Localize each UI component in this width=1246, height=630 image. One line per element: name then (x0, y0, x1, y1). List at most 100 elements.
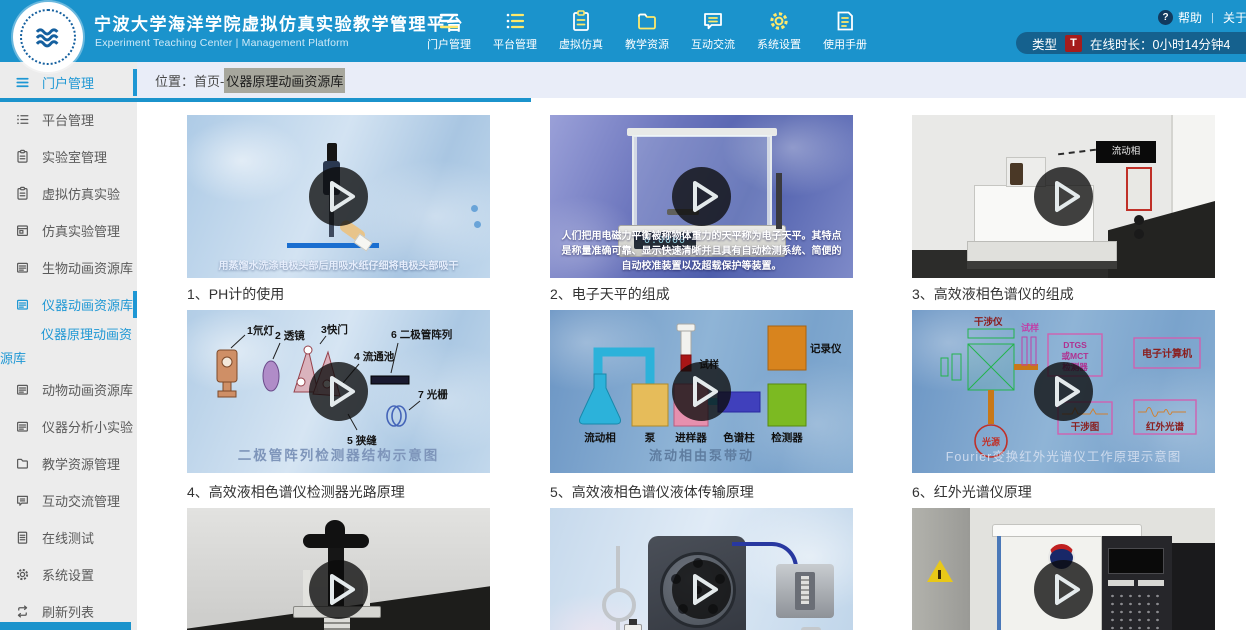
play-button[interactable] (671, 361, 732, 422)
play-button[interactable] (671, 166, 732, 227)
play-button[interactable] (308, 166, 369, 227)
sidebar-item-system-settings[interactable]: 系统设置 (0, 556, 137, 593)
video-thumbnail-detector-optics[interactable]: 1氘灯 2 透镜 3快门 4 流通池 6 二极管阵列 7 光栅 5 狭缝 二极管… (187, 310, 490, 473)
side-monitor (1170, 543, 1215, 630)
session-pill: 类型 T 在线时长：0小时14分钟4 (1016, 32, 1246, 54)
chamber-post (767, 135, 772, 228)
play-button[interactable] (1033, 166, 1094, 227)
diagram-label-grating: 7 光栅 (418, 388, 448, 401)
doc-lines-icon (15, 530, 30, 545)
tubing-loop (602, 588, 636, 622)
video-thumbnail-gas-chromatograph[interactable] (912, 508, 1215, 630)
sidebar-menu: 门户管理 平台管理 实验室管理 虚拟仿真实验 仿真实验管理 生 (0, 62, 137, 630)
video-thumbnail-ftir-principle[interactable]: 干涉仪 光源 试样 DTGS 或MCT 检测器 电子计算机 干涉图 (912, 310, 1215, 473)
refresh-icon (15, 604, 30, 619)
header-nav-resources[interactable]: 教学资源 (614, 8, 680, 52)
sidebar-subitem-instrument-principle[interactable]: 仪器原理动画资源库 (0, 323, 137, 371)
sidebar-item-label: 实验室管理 (42, 147, 107, 166)
video-title: 1、PH计的使用 (187, 284, 507, 304)
knob (1134, 215, 1144, 225)
diagram-label-interferometer: 干涉仪 (974, 316, 1003, 328)
link-separator: 丨 (1207, 10, 1218, 26)
video-title: 5、高效液相色谱仪液体传输原理 (550, 482, 870, 502)
play-button[interactable] (1033, 559, 1094, 620)
menu-icon (437, 9, 461, 33)
header-links: ? 帮助 丨 关于 丨 退 (1158, 9, 1246, 26)
session-type-label: 类型 (1032, 34, 1057, 53)
breadcrumb: 位置：首页-仪器原理动画资源库 (137, 62, 1246, 98)
press-handle (303, 534, 369, 548)
sidebar-item-interaction-management[interactable]: 互动交流管理 (0, 482, 137, 519)
sidebar-item-label: 互动交流管理 (42, 491, 120, 510)
tubing (616, 620, 620, 630)
sidebar: 门户管理 平台管理 实验室管理 虚拟仿真实验 仿真实验管理 生 (0, 62, 137, 630)
video-thumbnail-press[interactable] (187, 508, 490, 630)
sidebar-item-label: 在线测试 (42, 528, 94, 547)
diagram-label-column: 色谱柱 (723, 431, 755, 444)
video-thumbnail-ph-meter[interactable]: 用蒸馏水洗涤电极头部后用吸水纸仔细将电极头部吸干 (187, 115, 490, 278)
chat-icon (15, 493, 30, 508)
diagram-label-slit: 5 狭缝 (347, 434, 377, 447)
video-thumbnail-injection-valve[interactable] (550, 508, 853, 630)
online-duration: 在线时长：0小时14分钟4 (1090, 34, 1230, 53)
solvent-bottle (1010, 163, 1023, 185)
help-icon[interactable]: ? (1158, 10, 1173, 25)
sidebar-item-bio-animation[interactable]: 生物动画资源库 (0, 249, 137, 286)
sidebar-item-online-test[interactable]: 在线测试 (0, 519, 137, 556)
diagram-label-mobile-phase: 流动相 (584, 431, 616, 444)
sidebar-item-sim-management[interactable]: 仿真实验管理 (0, 212, 137, 249)
sidebar-item-animal-animation[interactable]: 动物动画资源库 (0, 371, 137, 408)
electrode-cap (327, 143, 337, 163)
media-icon (15, 297, 30, 312)
header-nav-label: 平台管理 (482, 36, 548, 52)
video-title: 6、红外光谱仪原理 (912, 482, 1232, 502)
play-button[interactable] (308, 559, 369, 620)
video-thumbnail-liquid-transport[interactable]: 试样 流动相 泵 进样器 色谱柱 检测器 记录仪 流动相由泵带动 (550, 310, 853, 473)
warning-mark (938, 570, 941, 579)
diagram-label-source: 光源 (981, 436, 1000, 447)
diagram-label-detector-l1: DTGS (1063, 340, 1087, 350)
video-title: 4、高效液相色谱仪检测器光路原理 (187, 482, 507, 502)
sidebar-item-label: 仿真实验管理 (42, 221, 120, 240)
label-leader-line (1058, 149, 1096, 156)
media-icon (15, 382, 30, 397)
thumbnail-caption-overlay: 用蒸馏水洗涤电极头部后用吸水纸仔细将电极头部吸干 (187, 257, 490, 272)
sidebar-item-laboratory[interactable]: 实验室管理 (0, 138, 137, 175)
bottle-cap (629, 619, 637, 625)
sidebar-item-label: 虚拟仿真实验 (42, 184, 120, 203)
header-nav-portal[interactable]: 门户管理 (416, 8, 482, 52)
header-nav-interaction[interactable]: 互动交流 (680, 8, 746, 52)
sidebar-item-virtual-sim[interactable]: 虚拟仿真实验 (0, 175, 137, 212)
sidebar-item-label: 教学资源管理 (42, 454, 120, 473)
sidebar-item-label: 仪器分析小实验 (42, 417, 133, 436)
sidebar-item-analysis-experiments[interactable]: 仪器分析小实验 (0, 408, 137, 445)
header-nav-platform[interactable]: 平台管理 (482, 8, 548, 52)
app-window: 宁波大学海洋学院虚拟仿真实验教学管理平台 Experiment Teaching… (0, 0, 1246, 630)
header-nav-simulation[interactable]: 虚拟仿真 (548, 8, 614, 52)
play-button[interactable] (671, 559, 732, 620)
board-icon (15, 223, 30, 238)
help-link[interactable]: 帮助 (1178, 9, 1202, 26)
sidebar-item-label: 动物动画资源库 (42, 380, 133, 399)
sidebar-item-portal[interactable]: 门户管理 (0, 64, 137, 101)
sidebar-item-instrument-animation[interactable]: 仪器动画资源库 (0, 286, 137, 323)
list-icon (15, 112, 30, 127)
mini-column (801, 576, 809, 604)
about-link[interactable]: 关于 (1223, 9, 1246, 26)
loading-progress-line (0, 98, 531, 102)
video-thumbnail-hplc-composition[interactable]: 流动相 (912, 115, 1215, 278)
sidebar-item-label: 系统设置 (42, 565, 94, 584)
video-thumbnail-balance[interactable]: 0.0000 人们把用电磁力平衡被称物体重力的天平称为电子天平。其特点是称量准确… (550, 115, 853, 278)
side-rod (776, 173, 782, 229)
play-button[interactable] (1033, 361, 1094, 422)
header-nav-manual[interactable]: 使用手册 (812, 8, 878, 52)
sidebar-item-teaching-resources[interactable]: 教学资源管理 (0, 445, 137, 482)
play-button[interactable] (308, 361, 369, 422)
header-nav-label: 虚拟仿真 (548, 36, 614, 52)
header-nav-label: 门户管理 (416, 36, 482, 52)
mobile-phase-label: 流动相 (1096, 141, 1156, 163)
header-nav-settings[interactable]: 系统设置 (746, 8, 812, 52)
sidebar-item-platform[interactable]: 平台管理 (0, 101, 137, 138)
header-nav-label: 互动交流 (680, 36, 746, 52)
diagram-label-sample: 试样 (1021, 322, 1039, 333)
